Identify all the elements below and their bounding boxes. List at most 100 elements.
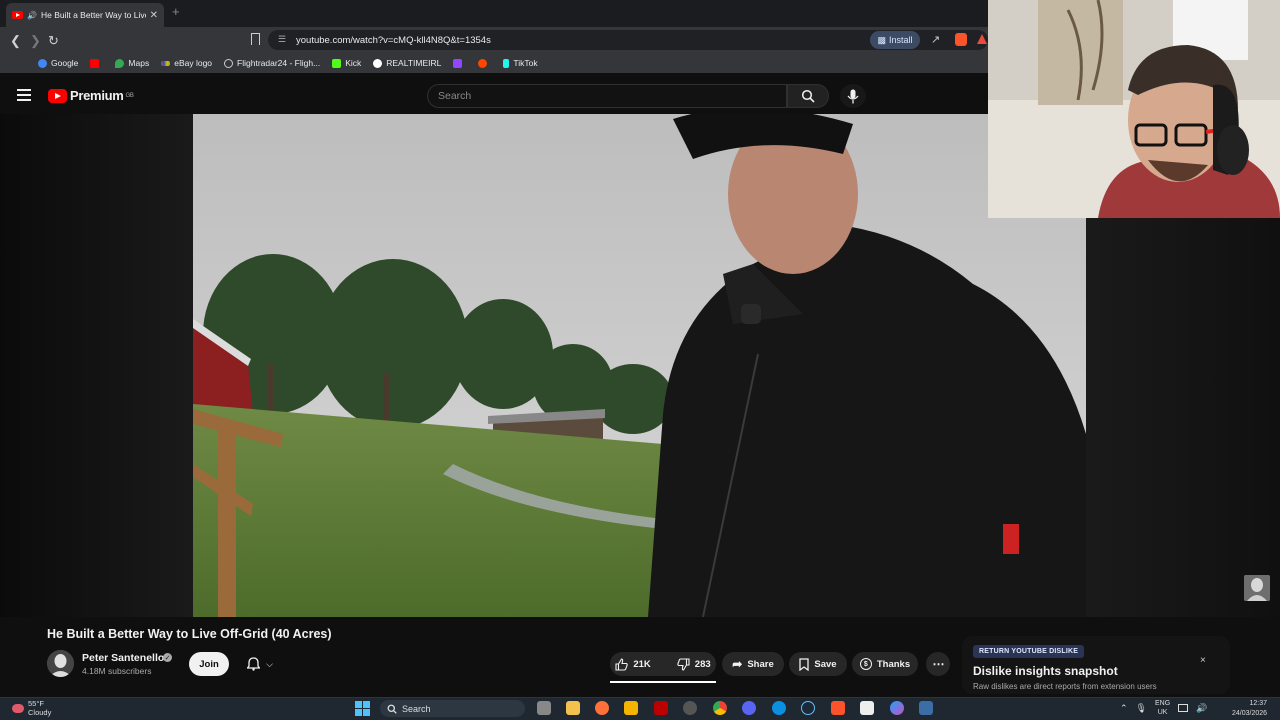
bookmark-label: TikTok <box>513 58 538 68</box>
mic-tray-icon[interactable]: 🎙 <box>1136 703 1147 714</box>
watermark-avatar-icon <box>1244 575 1270 601</box>
notifications-button[interactable]: ⌵ <box>236 652 284 676</box>
clock[interactable]: 12:37 24/03/2026 <box>1232 699 1267 719</box>
copilot-icon[interactable] <box>890 701 904 715</box>
share-arrow-icon: ➦ <box>732 657 743 671</box>
close-icon[interactable]: × <box>1200 655 1206 666</box>
install-button[interactable]: ▩ Install <box>870 31 920 49</box>
bookmark-google[interactable]: Google <box>38 58 78 68</box>
site-info-icon[interactable]: ☰ <box>278 34 286 45</box>
youtube-favicon-icon <box>12 11 23 19</box>
chrome-icon[interactable] <box>713 701 727 715</box>
more-dots-icon: ⋯ <box>932 657 945 671</box>
ambient-left <box>0 114 193 617</box>
video-frame <box>193 114 1086 617</box>
forward-icon[interactable]: ❯ <box>30 33 41 49</box>
maps-icon <box>115 58 125 68</box>
search-input[interactable]: Search <box>427 84 787 108</box>
network-icon[interactable] <box>1178 704 1189 712</box>
tab-title: He Built a Better Way to Live <box>40 10 146 20</box>
close-tab-icon[interactable]: ✕ <box>150 10 158 21</box>
menu-icon[interactable] <box>17 89 31 101</box>
bookmark-kick[interactable]: Kick <box>332 58 361 68</box>
bookmark-youtube[interactable] <box>90 58 103 68</box>
video-player[interactable] <box>193 114 1086 617</box>
channel-avatar[interactable] <box>47 650 74 677</box>
weather-widget[interactable]: 55°F Cloudy <box>12 699 51 717</box>
bookmark-label: Flightradar24 - Fligh... <box>237 58 321 68</box>
chevron-up-icon[interactable]: ⌃ <box>1120 703 1128 714</box>
youtube-premium-logo[interactable]: Premium GB <box>48 88 134 103</box>
region-code: GB <box>125 92 134 99</box>
voice-search-button[interactable] <box>840 84 866 108</box>
realtimeirl-icon <box>373 58 383 68</box>
brave-shield-icon[interactable] <box>955 33 967 46</box>
rockstar-icon[interactable] <box>624 701 638 715</box>
lang-bottom: UK <box>1157 709 1168 716</box>
bookmark-label: eBay logo <box>174 58 213 68</box>
discord-icon[interactable] <box>742 701 756 715</box>
window-icon[interactable] <box>919 701 933 715</box>
ryd-badge: RETURN YOUTUBE DISLIKE <box>973 645 1085 658</box>
back-icon[interactable]: ❮ <box>10 33 21 49</box>
bookmark-flightradar[interactable]: Flightradar24 - Fligh... <box>224 58 320 68</box>
file-explorer-icon[interactable] <box>566 701 580 715</box>
google-icon <box>38 58 47 68</box>
dislike-button[interactable]: 283 <box>669 657 719 671</box>
bookmark-realtimeirl[interactable]: REALTIMEIRL <box>373 58 441 68</box>
more-actions-button[interactable]: ⋯ <box>926 652 950 676</box>
bookmark-label: REALTIMEIRL <box>386 58 442 68</box>
start-button[interactable] <box>355 701 370 716</box>
brave-icon[interactable] <box>831 701 845 715</box>
like-ratio-bar <box>610 681 716 683</box>
search-icon <box>387 704 397 714</box>
bookmark-maps[interactable]: Maps <box>115 58 149 68</box>
channel-watermark[interactable] <box>1244 575 1270 601</box>
speaker-icon[interactable]: 🔊 <box>27 11 37 20</box>
super-thanks-icon: $ <box>859 658 872 670</box>
like-count: 21K <box>633 658 651 670</box>
join-button[interactable]: Join <box>189 652 229 676</box>
logo-text: Premium <box>70 88 124 103</box>
browser-tab[interactable]: 🔊 He Built a Better Way to Live ✕ <box>6 3 164 27</box>
save-label: Save <box>814 658 837 670</box>
netflix-icon[interactable] <box>654 701 668 715</box>
bookmark-icon <box>799 657 810 671</box>
bookmark-ebay[interactable]: eBay logo <box>161 58 212 68</box>
language-indicator[interactable]: ENG UK <box>1155 699 1170 717</box>
webcam-frame <box>988 0 1280 218</box>
ryd-subtitle: Raw dislikes are direct reports from ext… <box>973 682 1157 691</box>
share-button[interactable]: ➦ Share <box>722 652 784 676</box>
app-icon[interactable] <box>683 701 697 715</box>
brave-rewards-icon[interactable] <box>977 34 987 44</box>
firefox-icon[interactable] <box>595 701 609 715</box>
ambient-right <box>1086 218 1280 617</box>
date: 24/03/2026 <box>1232 710 1268 717</box>
youtube-play-icon <box>48 88 67 103</box>
steam-icon[interactable] <box>801 701 815 715</box>
install-label: Install <box>889 35 913 45</box>
reload-icon[interactable]: ↻ <box>48 33 59 49</box>
channel-name[interactable]: Peter Santenello <box>82 652 164 664</box>
weather-desc: Cloudy <box>28 708 52 717</box>
volume-icon[interactable]: 🔊 <box>1196 703 1207 714</box>
search-button[interactable] <box>787 84 829 108</box>
edge-icon[interactable] <box>772 701 786 715</box>
new-tab-icon[interactable]: + <box>172 4 180 19</box>
reddit-icon <box>478 58 488 68</box>
thanks-button[interactable]: $ Thanks <box>852 652 918 676</box>
bookmark-star-icon[interactable] <box>251 33 260 45</box>
taskbar-search[interactable]: Search <box>380 700 525 717</box>
bookmark-reddit[interactable] <box>478 58 491 68</box>
bookmark-twitch[interactable] <box>453 58 466 68</box>
subscriber-count: 4.18M subscribers <box>82 666 152 676</box>
share-page-icon[interactable]: ↗ <box>931 33 940 46</box>
save-button[interactable]: Save <box>789 652 847 676</box>
calendar-icon[interactable] <box>860 701 874 715</box>
bookmark-tiktok[interactable]: TikTok <box>503 58 538 68</box>
thanks-label: Thanks <box>876 658 911 670</box>
bookmark-label: Maps <box>128 58 150 68</box>
bell-icon <box>247 657 261 671</box>
like-button[interactable]: 21K <box>607 657 658 671</box>
task-view-icon[interactable] <box>537 701 551 715</box>
